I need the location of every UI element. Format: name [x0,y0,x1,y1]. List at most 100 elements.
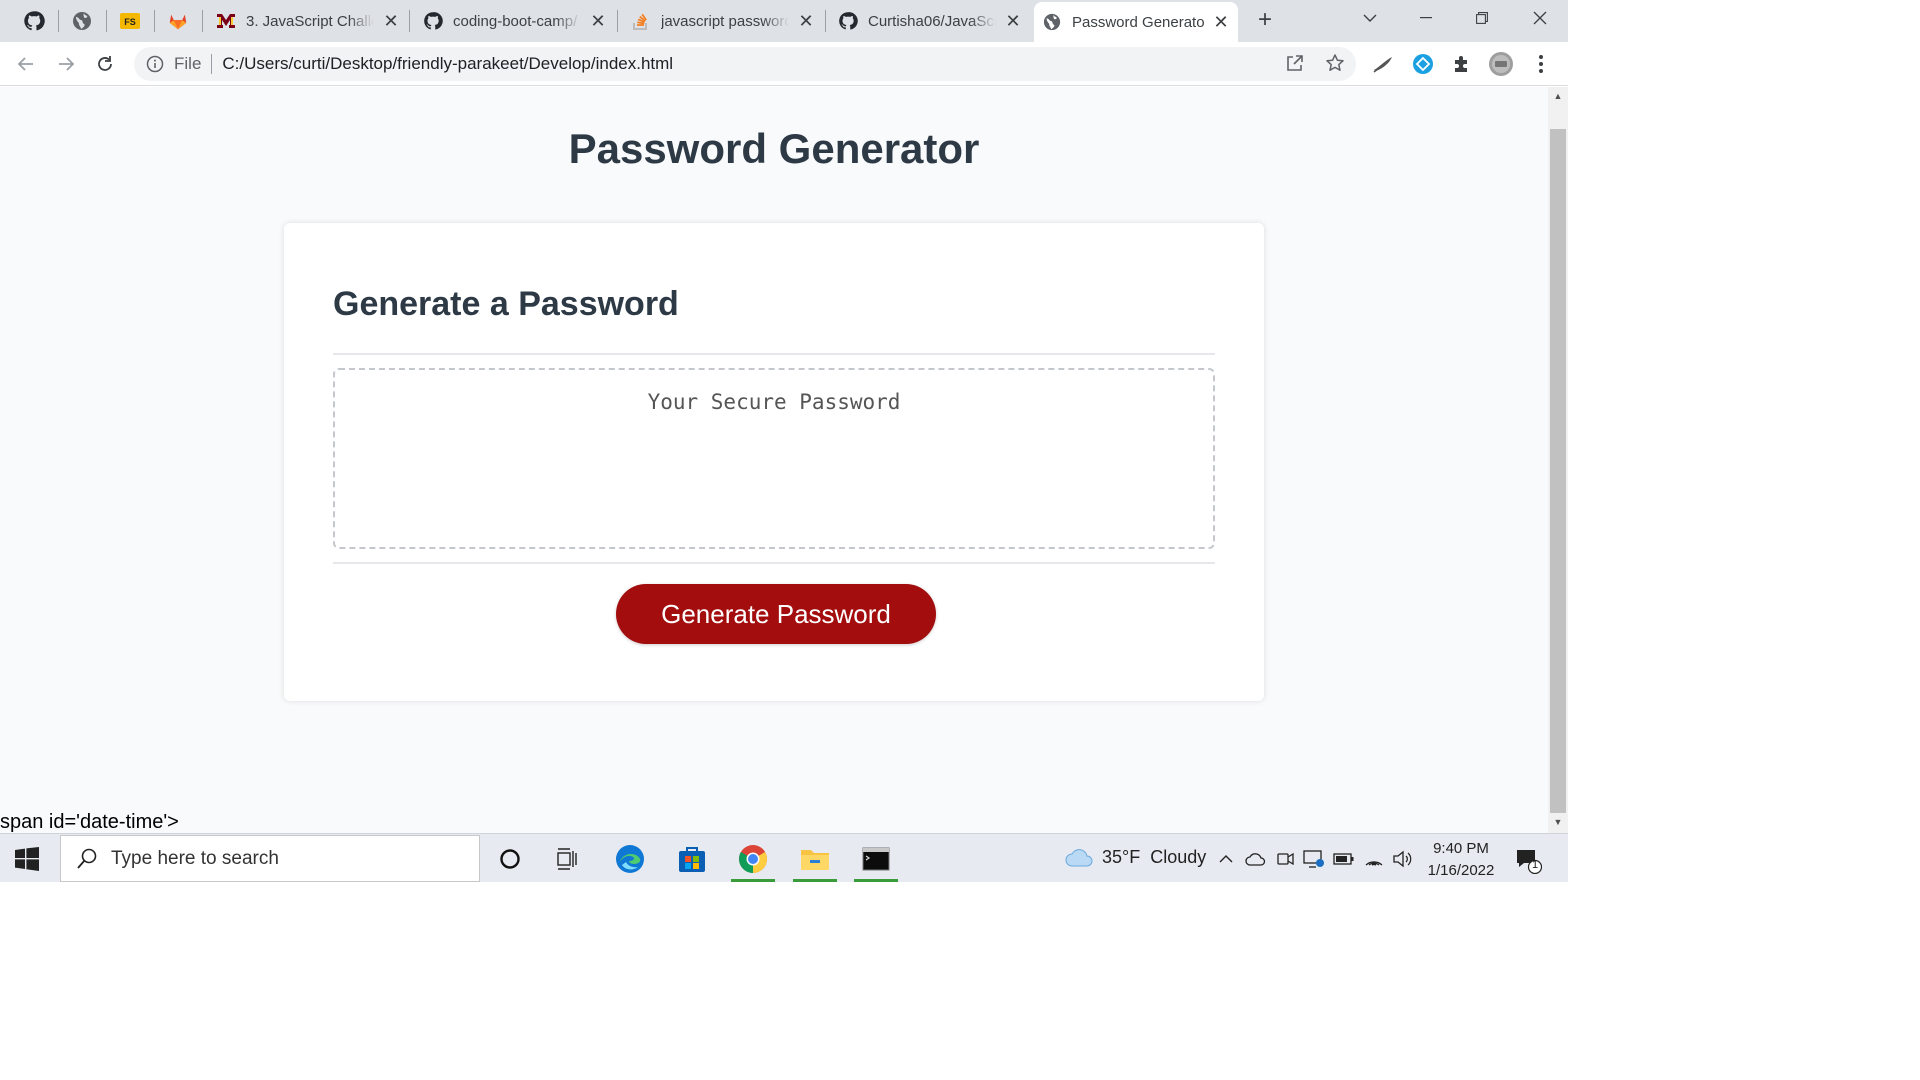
github-icon [24,11,45,31]
back-button[interactable] [12,50,40,78]
close-icon[interactable]: ✕ [589,11,607,32]
wifi-tray[interactable] [1363,848,1385,870]
star-icon [1326,54,1344,71]
extension-feather[interactable] [1370,51,1396,77]
minimize-icon [1420,17,1432,19]
task-view-button[interactable] [544,839,592,879]
pinned-tab-globe[interactable] [65,6,99,36]
tab-separator [106,10,107,32]
close-icon[interactable]: ✕ [797,11,815,32]
pinned-tab-fs[interactable]: FS [113,6,147,36]
chevron-down-icon [1363,14,1377,22]
tab-separator [202,10,203,32]
weather-widget[interactable]: 35°F Cloudy [1064,844,1206,870]
share-icon [1287,55,1303,71]
password-card: Generate a Password Generate Password [284,223,1264,701]
cortana-circle-icon [500,849,520,869]
address-bar[interactable]: File C:/Users/curti/Desktop/friendly-par… [134,47,1356,81]
tab-separator [825,10,826,32]
reload-button[interactable] [91,50,119,78]
windows-start-icon[interactable] [14,846,40,872]
menu-button[interactable] [1528,51,1554,77]
clock-date: 1/16/2022 [1427,862,1495,879]
onedrive-cloud-icon [1245,853,1266,866]
tab-search-button[interactable] [1342,0,1398,36]
close-icon[interactable]: ✕ [1212,12,1230,33]
cloud-icon [1065,849,1093,867]
tab-password-generator[interactable]: Password Generator ✕ [1034,2,1238,42]
pinned-tab-gitlab[interactable] [161,6,195,36]
tab-title: coding-boot-camp/ [453,12,578,30]
share-button[interactable] [1282,50,1308,76]
github-icon [838,11,858,31]
new-tab-button[interactable]: + [1250,8,1280,34]
restore-button[interactable] [1454,0,1510,36]
onedrive-tray[interactable] [1245,848,1267,870]
task-view-icon [557,848,577,870]
taskbar-file-explorer[interactable] [791,839,839,882]
taskbar-search-box[interactable]: Type here to search [60,835,480,882]
info-icon[interactable] [146,55,164,73]
forward-button[interactable] [52,50,80,78]
notification-center-button[interactable]: 1 [1514,846,1543,875]
taskbar-edge[interactable] [606,839,654,879]
search-placeholder: Type here to search [111,847,279,869]
tab-curtisha06-javascript[interactable]: Curtisha06/JavaScript ✕ [830,4,1030,38]
taskbar-store[interactable] [668,839,716,879]
battery-icon [1333,853,1354,865]
globe-icon [1042,12,1062,32]
tab-separator [617,10,618,32]
arrow-left-icon [17,57,33,71]
profile-button[interactable] [1488,51,1514,77]
tab-javascript-challenge[interactable]: 3. JavaScript Challenge ✕ [208,4,408,38]
card-header: Generate a Password [333,285,679,323]
speaker-icon [1393,850,1412,868]
pinned-tab-github[interactable] [17,6,51,36]
divider [333,353,1215,355]
extensions-button[interactable] [1449,51,1475,77]
restore-icon [1476,12,1488,24]
bookmark-button[interactable] [1322,50,1348,76]
monitor-badge-icon [1303,850,1324,868]
taskbar-chrome[interactable] [729,839,777,882]
extension-blue[interactable] [1410,51,1436,77]
wifi-icon [1365,861,1383,866]
system-clock[interactable]: 9:40 PM 1/16/2022 [1418,838,1504,882]
show-hidden-icons-button[interactable] [1215,848,1237,870]
tab-separator [409,10,410,32]
tab-separator [154,10,155,32]
scroll-down-arrow-icon[interactable]: ▼ [1548,817,1568,831]
minimize-button[interactable] [1398,0,1454,36]
tab-title: 3. JavaScript Challenge [246,12,374,30]
browser-toolbar: File C:/Users/curti/Desktop/friendly-par… [0,42,1568,86]
display-tray[interactable] [1303,848,1325,870]
store-icon [679,847,705,872]
meet-now-tray[interactable] [1275,848,1297,870]
weather-temperature: 35°F [1102,846,1141,867]
generate-password-button[interactable]: Generate Password [616,584,936,644]
scroll-thumb[interactable] [1550,129,1566,813]
arrow-right-icon [59,57,75,71]
weather-description: Cloudy [1150,846,1207,867]
divider [211,54,213,74]
volume-tray[interactable] [1391,848,1413,870]
battery-tray[interactable] [1333,848,1355,870]
tab-title: javascript password [661,12,789,30]
close-icon[interactable]: ✕ [382,11,400,32]
taskbar-terminal[interactable] [852,839,900,882]
password-output[interactable] [333,368,1215,549]
kebab-menu-icon [1539,55,1543,73]
close-icon[interactable]: ✕ [1004,11,1022,32]
cortana-button[interactable] [486,839,534,879]
chevron-up-icon [1219,855,1233,863]
close-icon [1533,11,1547,25]
page-scrollbar[interactable]: ▲ ▼ [1548,87,1568,833]
notification-count-badge: 1 [1531,859,1539,871]
tab-javascript-password[interactable]: javascript password ✕ [623,4,823,38]
window-close-button[interactable] [1512,0,1568,36]
edge-icon [616,845,644,873]
scroll-up-arrow-icon[interactable]: ▲ [1548,91,1568,105]
gitlab-icon [169,14,187,30]
windows-taskbar: Type here to search 35°F Cloudy 9:40 PM … [0,833,1568,882]
tab-coding-boot-camp[interactable]: coding-boot-camp/ ✕ [415,4,615,38]
